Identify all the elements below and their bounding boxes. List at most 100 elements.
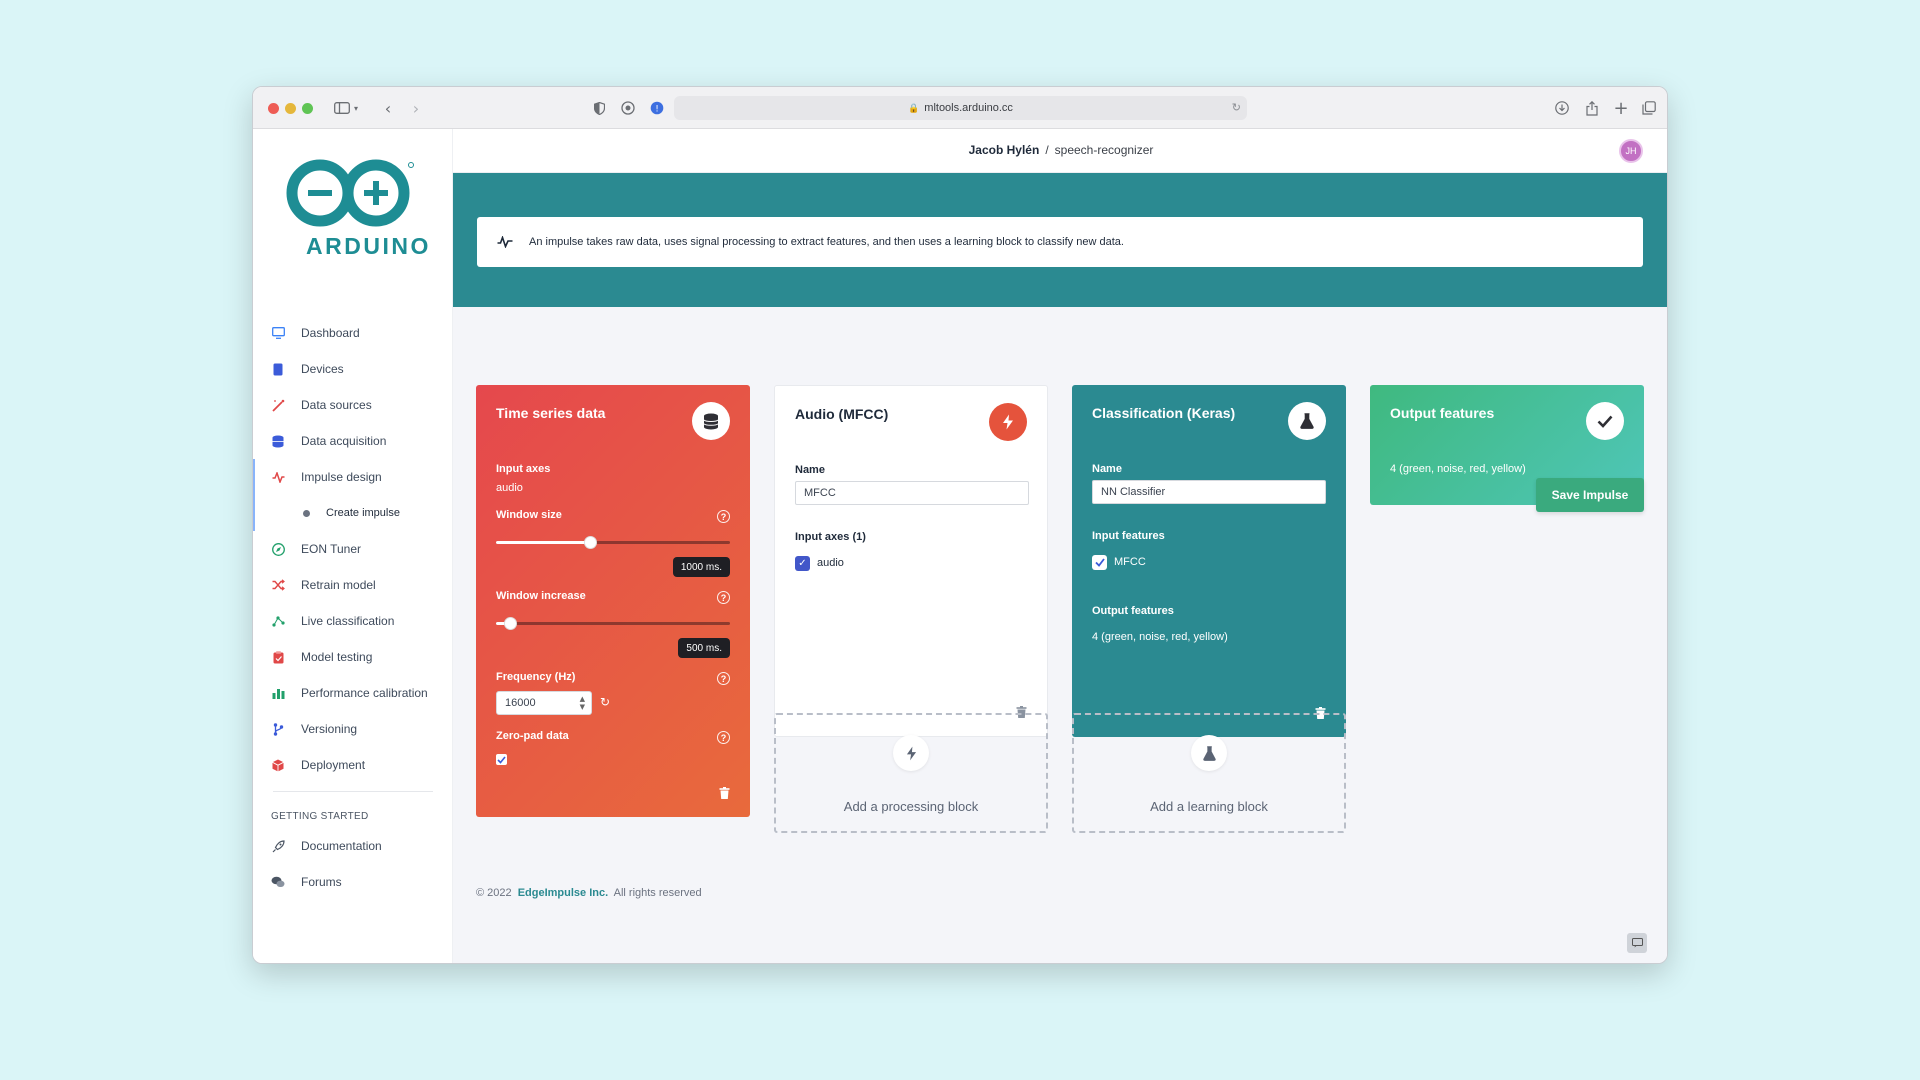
classifier-name-value: NN Classifier (1101, 486, 1166, 498)
box-icon (271, 758, 285, 772)
address-bar[interactable]: 🔒 mltools.arduino.cc ↻ (674, 96, 1247, 120)
zero-pad-checkbox[interactable] (496, 754, 507, 765)
arduino-logo[interactable]: ARDUINO (275, 159, 428, 259)
url-text: mltools.arduino.cc (924, 102, 1013, 114)
new-tab-icon[interactable]: + (1612, 97, 1630, 119)
tabs-overview-icon[interactable] (1640, 97, 1658, 119)
sidebar-item-data-acquisition[interactable]: Data acquisition (253, 423, 453, 459)
sidebar-item-label: Live classification (301, 614, 395, 628)
avatar[interactable]: JH (1619, 139, 1643, 163)
reload-icon[interactable]: ↻ (1232, 101, 1241, 114)
frequency-value: 16000 (505, 697, 536, 709)
info-banner: An impulse takes raw data, uses signal p… (477, 217, 1643, 267)
frequency-input[interactable]: 16000 ▲ ▼ (496, 691, 592, 715)
pulse-icon (271, 470, 285, 484)
extension-icon[interactable]: ! (649, 97, 665, 119)
slider-handle[interactable] (583, 536, 597, 549)
sidebar-item-label: Forums (301, 875, 342, 889)
feedback-icon[interactable] (1627, 933, 1647, 953)
audio-axis-label: audio (817, 557, 844, 569)
sidebar-item-forums[interactable]: Forums (253, 864, 453, 900)
add-learning-block[interactable]: Add a learning block (1072, 713, 1346, 833)
database-icon (271, 434, 285, 448)
shield-icon[interactable] (591, 97, 607, 119)
sidebar-item-label: EON Tuner (301, 542, 362, 556)
help-icon[interactable]: ? (717, 510, 730, 523)
classifier-name-input[interactable]: NN Classifier (1092, 480, 1326, 504)
page-header-band: An impulse takes raw data, uses signal p… (453, 173, 1667, 307)
sidebar-item-versioning[interactable]: Versioning (253, 711, 453, 747)
sidebar-item-label: Retrain model (301, 578, 376, 592)
zero-pad-label: Zero-pad data (496, 730, 569, 742)
sidebar-item-live-classification[interactable]: Live classification (253, 603, 453, 639)
help-icon[interactable]: ? (717, 672, 730, 685)
shuffle-icon (271, 578, 285, 592)
classification-card: Classification (Keras) Name NN Classifie… (1072, 385, 1346, 737)
mfcc-feature-label: MFCC (1114, 556, 1146, 568)
time-series-card: Time series data Input axes audio Window… (476, 385, 750, 817)
sidebar-item-devices[interactable]: Devices (253, 351, 453, 387)
sidebar-item-performance-calibration[interactable]: Performance calibration (253, 675, 453, 711)
sidebar-item-label: Deployment (301, 758, 366, 772)
lock-icon: 🔒 (908, 102, 920, 113)
infinity-logo-icon (286, 159, 414, 227)
branch-icon (271, 722, 285, 736)
output-features-value: 4 (green, noise, red, yellow) (1092, 631, 1228, 643)
sidebar: ARDUINO Dashboard Devices Data sources D… (253, 129, 453, 963)
reset-icon[interactable]: ↻ (600, 695, 610, 709)
trash-icon[interactable] (719, 787, 730, 799)
share-icon[interactable] (1583, 97, 1601, 119)
pulse-icon (497, 236, 513, 248)
download-icon[interactable] (1553, 97, 1571, 119)
sidebar-item-data-sources[interactable]: Data sources (253, 387, 453, 423)
add-processing-block[interactable]: Add a processing block (774, 713, 1048, 833)
mfcc-feature-checkbox[interactable] (1092, 555, 1107, 570)
privacy-icon[interactable] (620, 97, 636, 119)
forward-icon[interactable]: › (408, 97, 424, 119)
stepper-icon[interactable]: ▲ ▼ (580, 695, 585, 711)
wand-icon (271, 398, 285, 412)
scatter-icon (271, 614, 285, 628)
audio-name-input[interactable]: MFCC (795, 481, 1029, 505)
output-features-value: 4 (green, noise, red, yellow) (1390, 463, 1526, 475)
window-increase-slider[interactable] (496, 617, 730, 630)
sidebar-item-model-testing[interactable]: Model testing (253, 639, 453, 675)
back-icon[interactable]: ‹ (380, 97, 396, 119)
zoom-window-button[interactable] (302, 103, 313, 114)
sidebar-item-label: Model testing (301, 650, 373, 664)
sidebar-item-documentation[interactable]: Documentation (253, 828, 453, 864)
sidebar-item-impulse-design[interactable]: Impulse design (253, 459, 453, 495)
sidebar-item-deployment[interactable]: Deployment (253, 747, 453, 783)
sidebar-item-create-impulse[interactable]: Create impulse (253, 459, 453, 531)
sidebar-item-label: Dashboard (301, 326, 360, 340)
audio-axis-checkbox[interactable]: ✓ (795, 556, 810, 571)
sidebar-toggle-icon[interactable]: ▾ (331, 97, 361, 119)
slider-handle[interactable] (504, 617, 518, 630)
help-icon[interactable]: ? (717, 731, 730, 744)
monitor-icon (271, 326, 285, 340)
audio-block-title: Audio (MFCC) (795, 406, 889, 422)
sidebar-item-eon-tuner[interactable]: EON Tuner (253, 531, 453, 567)
minimize-window-button[interactable] (285, 103, 296, 114)
help-icon[interactable]: ? (717, 591, 730, 604)
breadcrumb-user[interactable]: Jacob Hylén (969, 143, 1040, 157)
slider-fill (496, 541, 590, 544)
clipboard-icon (271, 650, 285, 664)
sidebar-item-label: Impulse design (301, 470, 382, 484)
bar-chart-icon (271, 686, 285, 700)
window-size-slider[interactable] (496, 536, 730, 549)
sidebar-item-retrain-model[interactable]: Retrain model (253, 567, 453, 603)
sidebar-item-dashboard[interactable]: Dashboard (253, 315, 453, 351)
browser-toolbar: ▾ ‹ › ! 🔒 mltools.arduino.cc ↻ + (253, 87, 1667, 129)
input-axes-label: Input axes (496, 463, 551, 475)
breadcrumb-project[interactable]: speech-recognizer (1055, 143, 1154, 157)
flask-icon (1191, 735, 1227, 771)
svg-text:!: ! (655, 105, 659, 115)
device-icon (271, 362, 285, 376)
breadcrumb: Jacob Hylén / speech-recognizer (453, 143, 1667, 157)
compass-icon (271, 542, 285, 556)
close-window-button[interactable] (268, 103, 279, 114)
save-impulse-button[interactable]: Save Impulse (1536, 478, 1644, 512)
input-features-label: Input features (1092, 530, 1165, 542)
footer-link[interactable]: EdgeImpulse Inc. (518, 887, 608, 899)
